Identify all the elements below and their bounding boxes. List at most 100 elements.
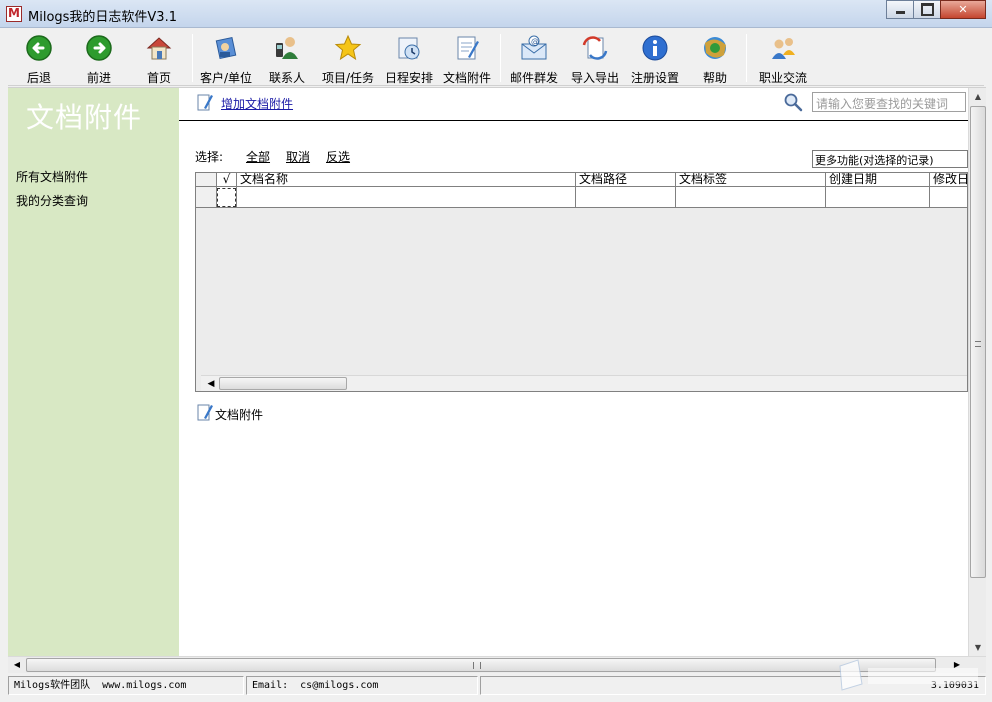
column-header-created[interactable]: 创建日期 xyxy=(826,173,930,186)
main-frame: 文档附件 所有文档附件 我的分类查询 增加文档附件 请输入您要查找的关键词 选择… xyxy=(8,87,986,657)
header-divider xyxy=(179,120,968,121)
customer-icon xyxy=(215,36,237,60)
career-exchange-button[interactable]: 职业交流 xyxy=(754,30,812,86)
document-label: 文档附件 xyxy=(442,71,491,85)
star-icon xyxy=(334,34,362,61)
document-button[interactable]: 文档附件 xyxy=(440,30,494,86)
toolbar-separator xyxy=(192,34,193,82)
forward-button[interactable]: 前进 xyxy=(76,30,122,86)
sidebar: 文档附件 所有文档附件 我的分类查询 xyxy=(8,88,179,657)
sidebar-title: 文档附件 xyxy=(26,101,143,134)
contact-icon xyxy=(276,37,298,59)
cell-modified[interactable] xyxy=(930,187,967,207)
cell-name[interactable] xyxy=(237,187,576,207)
back-arrow-icon xyxy=(26,35,52,61)
main-toolbar: 后退 前进 首页 客户/单位 联系人 项目/任务 日程安排 文档附件 @ 邮件群… xyxy=(8,30,984,86)
vertical-scrollbar[interactable]: ▲ ▼ xyxy=(968,88,986,657)
scroll-left-arrow-icon[interactable]: ◀ xyxy=(10,658,24,672)
toolbar-separator xyxy=(500,34,501,82)
table-row[interactable] xyxy=(196,187,967,208)
column-header-tag[interactable]: 文档标签 xyxy=(676,173,826,186)
project-label: 项目/任务 xyxy=(321,71,375,85)
column-header-path[interactable]: 文档路径 xyxy=(576,173,676,186)
customer-label: 客户/单位 xyxy=(199,71,253,85)
project-button[interactable]: 项目/任务 xyxy=(318,30,378,86)
select-cancel-link[interactable]: 取消 xyxy=(286,148,310,165)
add-document-link[interactable]: 增加文档附件 xyxy=(221,95,293,112)
grid-horizontal-scrollbar[interactable]: ◀ xyxy=(201,375,967,391)
forward-arrow-icon xyxy=(86,35,112,61)
calendar-icon xyxy=(398,37,420,60)
window-title: Milogs我的日志软件V3.1 xyxy=(28,10,177,25)
back-button[interactable]: 后退 xyxy=(16,30,62,86)
status-team: Milogs软件团队 www.milogs.com xyxy=(8,676,244,695)
import-export-button[interactable]: 导入导出 xyxy=(566,30,624,86)
cell-path[interactable] xyxy=(576,187,676,207)
back-label: 后退 xyxy=(26,71,51,85)
minimize-button[interactable] xyxy=(886,0,914,19)
select-invert-link[interactable]: 反选 xyxy=(326,148,350,165)
home-icon xyxy=(146,37,172,60)
cell-tag[interactable] xyxy=(676,187,826,207)
edit-document-icon xyxy=(197,94,213,111)
column-header-modified[interactable]: 修改日 xyxy=(930,173,967,186)
info-icon xyxy=(642,35,668,61)
section-caption: 文档附件 xyxy=(215,408,264,422)
home-label: 首页 xyxy=(146,71,171,85)
help-label: 帮助 xyxy=(702,71,727,85)
cell-created[interactable] xyxy=(826,187,930,207)
svg-text:@: @ xyxy=(531,37,539,46)
title-bar: Milogs我的日志软件V3.1 ✕ xyxy=(0,0,992,28)
document-attachment-icon xyxy=(197,404,213,421)
maximize-button[interactable] xyxy=(913,0,941,19)
mail-icon: @ xyxy=(521,35,547,60)
check-cell[interactable] xyxy=(217,187,237,207)
scroll-right-arrow-icon[interactable]: ▶ xyxy=(950,658,964,672)
grid-header: √ 文档名称 文档路径 文档标签 创建日期 修改日 xyxy=(196,173,967,187)
app-logo-icon xyxy=(6,6,22,22)
community-icon xyxy=(772,38,795,59)
scroll-down-arrow-icon[interactable]: ▼ xyxy=(970,640,986,656)
scroll-left-arrow-icon[interactable]: ◀ xyxy=(203,377,219,391)
toolbar-separator xyxy=(746,34,747,82)
column-header-name[interactable]: 文档名称 xyxy=(237,173,576,186)
content-panel: 增加文档附件 请输入您要查找的关键词 选择: 全部 取消 反选 更多功能(对选择… xyxy=(179,88,968,657)
more-functions-dropdown[interactable]: 更多功能(对选择的记录) xyxy=(812,150,968,168)
row-selector[interactable] xyxy=(196,187,217,207)
status-email: Email: cs@milogs.com xyxy=(246,676,478,695)
register-settings-button[interactable]: 注册设置 xyxy=(626,30,684,86)
select-all-link[interactable]: 全部 xyxy=(246,148,270,165)
scroll-up-arrow-icon[interactable]: ▲ xyxy=(970,89,986,105)
grid-scroll-thumb[interactable] xyxy=(219,377,347,390)
vertical-scroll-thumb[interactable] xyxy=(970,106,986,578)
search-input[interactable]: 请输入您要查找的关键词 xyxy=(812,92,966,112)
row-selector-header xyxy=(196,173,217,186)
contact-button[interactable]: 联系人 xyxy=(264,30,310,86)
schedule-label: 日程安排 xyxy=(384,71,433,85)
import-export-icon xyxy=(582,36,608,60)
window-controls: ✕ xyxy=(886,0,986,20)
register-settings-label: 注册设置 xyxy=(630,71,679,85)
mass-mail-button[interactable]: @ 邮件群发 xyxy=(506,30,562,86)
mass-mail-label: 邮件群发 xyxy=(509,71,558,85)
status-version: 3.109031 xyxy=(480,676,986,695)
scroll-grip-icon xyxy=(975,341,981,347)
sidebar-item-all-documents[interactable]: 所有文档附件 xyxy=(16,168,88,185)
sidebar-item-my-category-query[interactable]: 我的分类查询 xyxy=(16,192,88,209)
close-button[interactable]: ✕ xyxy=(940,0,986,19)
import-export-label: 导入导出 xyxy=(570,71,619,85)
forward-label: 前进 xyxy=(86,71,111,85)
help-button[interactable]: 帮助 xyxy=(692,30,738,86)
document-icon xyxy=(457,36,479,60)
schedule-button[interactable]: 日程安排 xyxy=(382,30,436,86)
check-column-header[interactable]: √ xyxy=(217,173,237,186)
home-button[interactable]: 首页 xyxy=(136,30,182,86)
horizontal-scrollbar[interactable]: ◀ ▶ xyxy=(8,656,986,673)
select-label: 选择: xyxy=(195,150,224,164)
search-icon[interactable] xyxy=(783,92,803,112)
documents-grid: √ 文档名称 文档路径 文档标签 创建日期 修改日 ◀ xyxy=(195,172,968,392)
customer-button[interactable]: 客户/单位 xyxy=(196,30,256,86)
career-exchange-label: 职业交流 xyxy=(758,71,807,85)
help-icon xyxy=(704,37,726,59)
horizontal-scroll-thumb[interactable] xyxy=(26,658,936,672)
